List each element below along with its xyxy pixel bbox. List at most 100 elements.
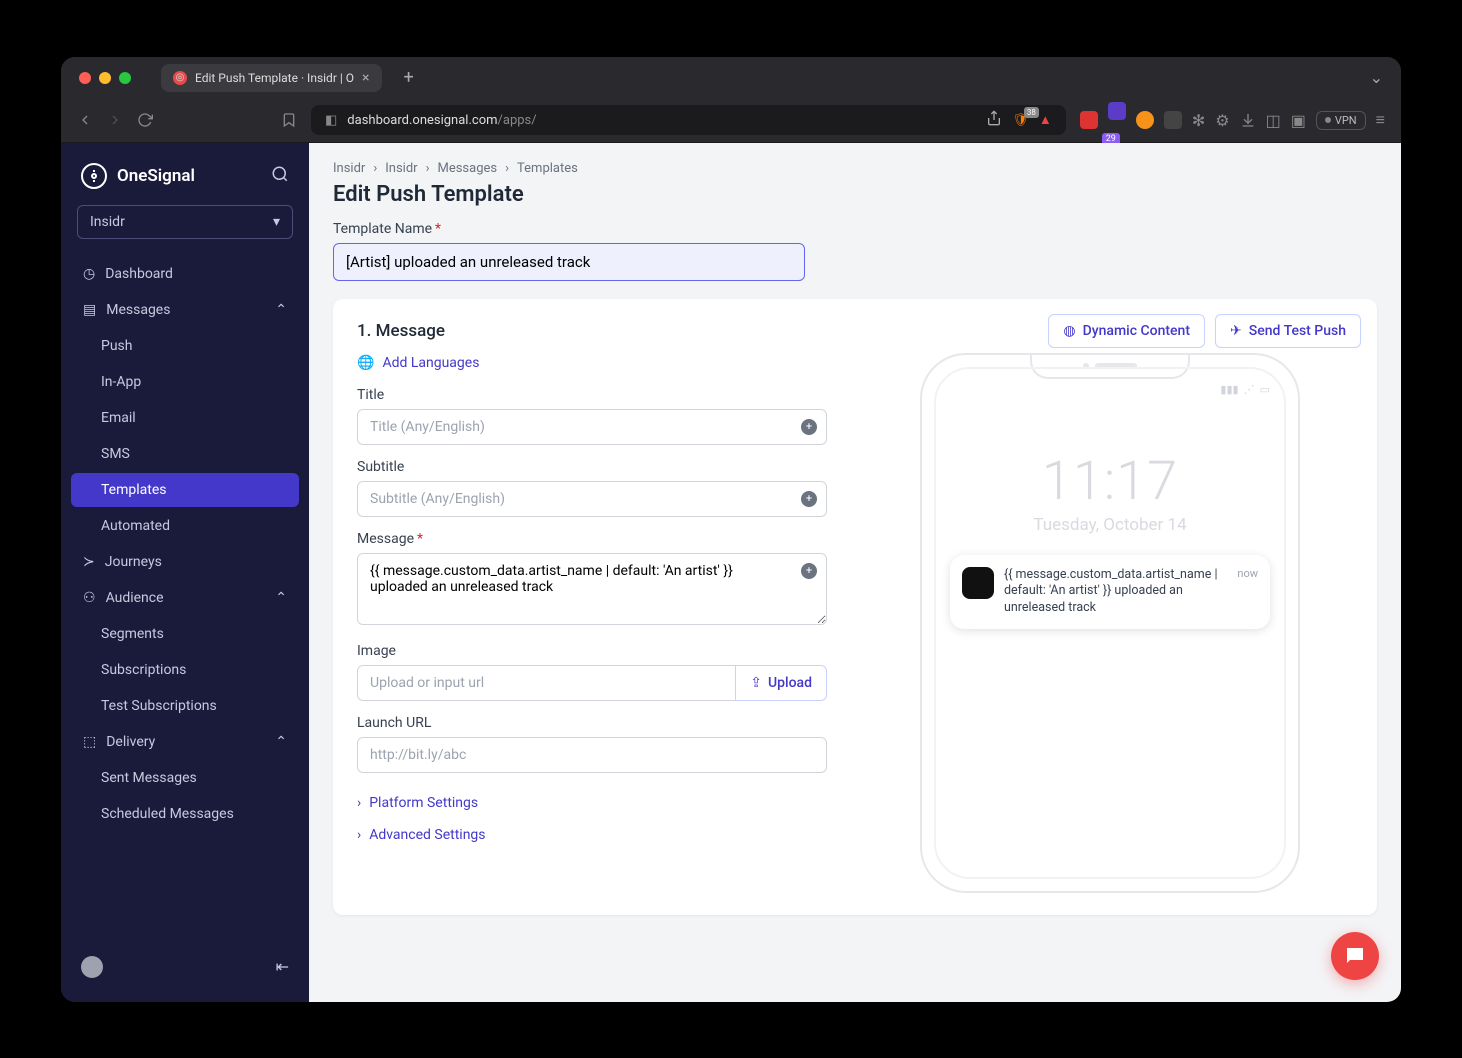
breadcrumb-item[interactable]: Messages <box>437 161 497 176</box>
image-url-input[interactable] <box>357 665 736 701</box>
close-window-icon[interactable] <box>79 72 91 84</box>
message-label: Message <box>357 531 414 547</box>
download-icon[interactable] <box>1240 112 1256 128</box>
required-icon: * <box>417 531 423 547</box>
extensions-icon[interactable]: ⚙ <box>1215 111 1229 130</box>
breadcrumb-item[interactable]: Templates <box>517 161 578 176</box>
site-settings-icon[interactable]: ◧ <box>325 113 337 128</box>
sidebar-item-templates[interactable]: Templates <box>71 473 299 507</box>
chat-icon: ▤ <box>83 302 96 318</box>
globe-icon: 🌐 <box>357 355 374 371</box>
advanced-settings-toggle[interactable]: ›Advanced Settings <box>357 819 827 851</box>
extension-icon[interactable] <box>1080 111 1098 129</box>
chevron-up-icon: ⌃ <box>275 302 287 318</box>
app-selector[interactable]: Insidr ▾ <box>77 205 293 239</box>
intercom-button[interactable] <box>1331 932 1379 980</box>
chevron-right-icon: › <box>357 795 361 811</box>
add-variable-icon[interactable]: + <box>801 563 817 579</box>
maximize-window-icon[interactable] <box>119 72 131 84</box>
section-heading: 1. Message <box>357 321 445 341</box>
title-input[interactable] <box>357 409 827 445</box>
collapse-sidebar-icon[interactable]: ⇤ <box>276 957 289 976</box>
add-variable-icon[interactable]: + <box>801 419 817 435</box>
phone-date: Tuesday, October 14 <box>950 515 1270 535</box>
window-controls[interactable] <box>79 72 131 84</box>
sidebar-item-sms[interactable]: SMS <box>71 437 299 471</box>
back-button[interactable] <box>77 112 93 128</box>
vpn-button[interactable]: VPN <box>1316 111 1366 130</box>
minimize-window-icon[interactable] <box>99 72 111 84</box>
sidebar-item-scheduled-messages[interactable]: Scheduled Messages <box>71 797 299 831</box>
breadcrumb-item[interactable]: Insidr <box>333 161 365 176</box>
extension-icon[interactable] <box>1164 111 1182 129</box>
send-icon: ✈ <box>1230 323 1242 339</box>
platform-settings-toggle[interactable]: ›Platform Settings <box>357 787 827 819</box>
notification-time: now <box>1237 567 1258 618</box>
tab-favicon-icon: ◎ <box>173 71 187 85</box>
sidebar-item-subscriptions[interactable]: Subscriptions <box>71 653 299 687</box>
bookmark-icon[interactable] <box>281 112 297 128</box>
url-input[interactable]: ◧ dashboard.onesignal.com/apps/ 🛡38 ▲ <box>311 105 1066 135</box>
send-test-push-button[interactable]: ✈Send Test Push <box>1215 314 1361 348</box>
tab-title: Edit Push Template · Insidr | O <box>195 71 354 85</box>
menu-icon[interactable]: ≡ <box>1376 110 1385 130</box>
breadcrumb: Insidr› Insidr› Messages› Templates <box>333 161 1377 176</box>
globe-icon: ◍ <box>1063 323 1075 339</box>
sidebar-item-messages[interactable]: ▤Messages⌃ <box>71 293 299 327</box>
warning-icon[interactable]: ▲ <box>1039 112 1052 128</box>
sidebar-item-audience[interactable]: ⚇Audience⌃ <box>71 581 299 615</box>
message-input[interactable] <box>357 553 827 625</box>
search-icon[interactable] <box>271 165 289 187</box>
sidebar-item-dashboard[interactable]: ◷Dashboard <box>71 257 299 291</box>
phone-mockup: ▮▮▮⋰▭ 11:17 Tuesday, October 14 {{ messa… <box>920 353 1300 893</box>
sidebar-item-test-subscriptions[interactable]: Test Subscriptions <box>71 689 299 723</box>
metamask-icon[interactable] <box>1136 111 1154 129</box>
brand-logo-icon <box>81 163 107 189</box>
people-icon: ⚇ <box>83 590 96 606</box>
wallet-icon[interactable]: ▣ <box>1291 111 1306 130</box>
gauge-icon: ◷ <box>83 266 95 282</box>
sidebar-item-email[interactable]: Email <box>71 401 299 435</box>
sidebar-item-push[interactable]: Push <box>71 329 299 363</box>
title-label: Title <box>357 387 827 403</box>
launch-url-input[interactable] <box>357 737 827 773</box>
add-languages-link[interactable]: 🌐Add Languages <box>357 355 827 371</box>
shield-icon[interactable]: 🛡38 <box>1012 113 1029 128</box>
tabs-menu-icon[interactable]: ⌄ <box>1370 68 1383 87</box>
add-variable-icon[interactable]: + <box>801 491 817 507</box>
required-icon: * <box>435 221 441 237</box>
address-bar: ◧ dashboard.onesignal.com/apps/ 🛡38 ▲ 29… <box>61 99 1401 143</box>
sidebar-item-delivery[interactable]: ⬚Delivery⌃ <box>71 725 299 759</box>
reload-button[interactable] <box>137 112 153 128</box>
new-tab-button[interactable]: + <box>404 67 414 88</box>
sidebar-item-sent-messages[interactable]: Sent Messages <box>71 761 299 795</box>
brand[interactable]: OneSignal <box>71 157 299 205</box>
subtitle-input[interactable] <box>357 481 827 517</box>
apple-icon <box>962 567 994 599</box>
extension-icon[interactable] <box>1108 102 1126 120</box>
browser-window: ◎ Edit Push Template · Insidr | O × + ⌄ … <box>61 57 1401 1002</box>
breadcrumb-item[interactable]: Insidr <box>385 161 417 176</box>
sidebar-item-journeys[interactable]: ≻Journeys <box>71 545 299 579</box>
extension-settings-icon[interactable]: ✻ <box>1192 111 1205 130</box>
forward-button[interactable] <box>107 112 123 128</box>
chevron-up-icon: ⌃ <box>275 734 287 750</box>
sidebar-toggle-icon[interactable]: ◫ <box>1266 111 1281 130</box>
chart-icon: ⬚ <box>83 734 96 750</box>
upload-icon: ⇪ <box>750 675 762 691</box>
sidebar-item-inapp[interactable]: In-App <box>71 365 299 399</box>
phone-clock: 11:17 <box>950 450 1270 513</box>
sidebar-item-automated[interactable]: Automated <box>71 509 299 543</box>
chat-icon <box>1343 944 1367 968</box>
upload-button[interactable]: ⇪Upload <box>736 665 827 701</box>
notification-text: {{ message.custom_data.artist_name | def… <box>1004 567 1227 618</box>
sidebar-item-segments[interactable]: Segments <box>71 617 299 651</box>
dynamic-content-button[interactable]: ◍Dynamic Content <box>1048 314 1205 348</box>
template-name-input[interactable] <box>333 243 805 281</box>
app-selected: Insidr <box>90 214 125 230</box>
user-avatar[interactable] <box>81 956 103 978</box>
tab-close-icon[interactable]: × <box>362 70 369 86</box>
subtitle-label: Subtitle <box>357 459 827 475</box>
share-icon[interactable] <box>986 110 1002 130</box>
browser-tab[interactable]: ◎ Edit Push Template · Insidr | O × <box>161 64 382 92</box>
